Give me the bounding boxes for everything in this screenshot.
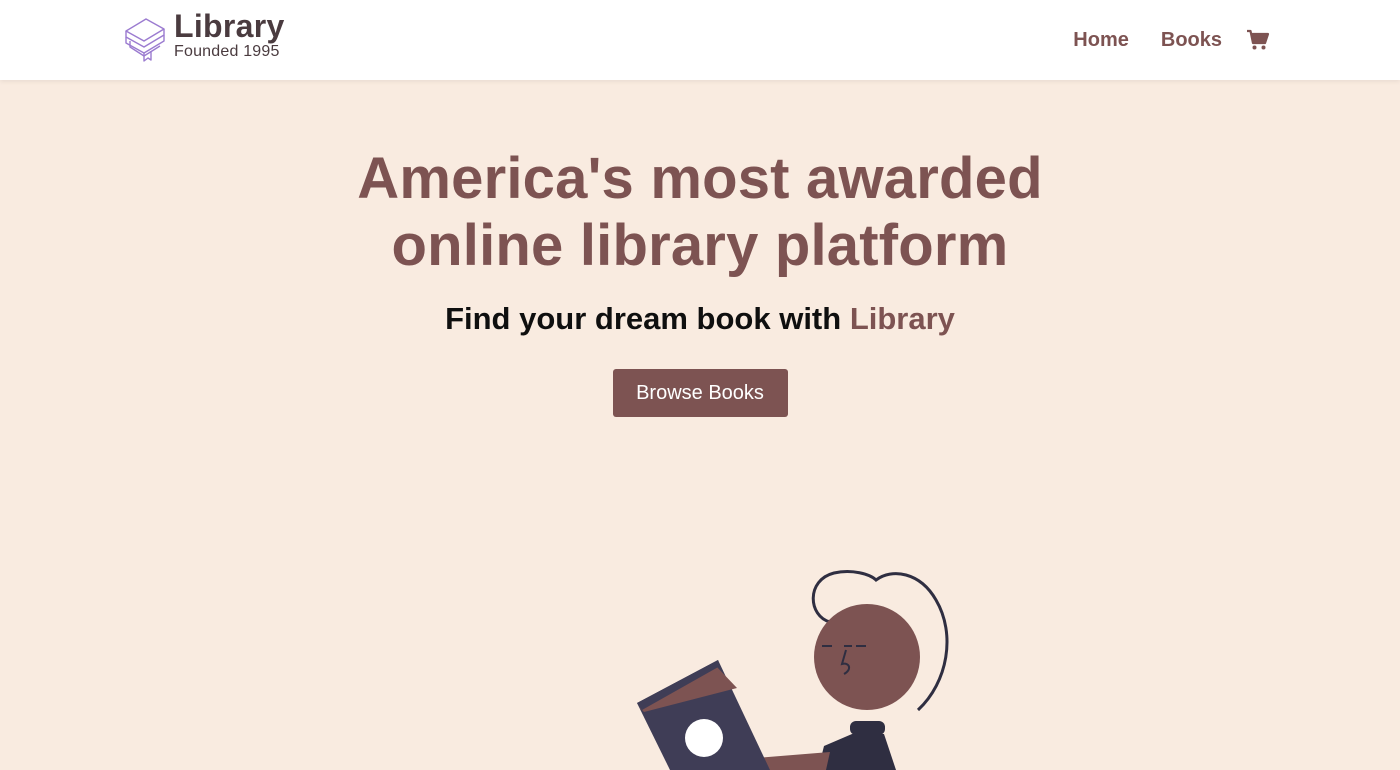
navbar: Library Founded 1995 Home Books [0,0,1400,80]
hero-subtitle: Find your dream book with Library [0,299,1400,339]
brand-tagline: Founded 1995 [174,43,280,60]
hero-subtitle-brand: Library [849,301,955,336]
shopping-cart-icon[interactable] [1246,28,1270,52]
brand-name: Library [174,8,285,44]
hero-title-line-1: America's most awarded [357,146,1043,211]
hero-title: America's most awarded online library pl… [0,145,1400,279]
brand-logo[interactable]: Library Founded 1995 [124,9,285,63]
nav-link-home[interactable]: Home [1073,26,1129,54]
hero-subtitle-text: Find your dream book with [445,301,850,336]
stacked-books-icon [125,18,165,62]
hero-section: America's most awarded online library pl… [0,80,1400,417]
person-reading-book-illustration [637,570,949,770]
nav-link-books[interactable]: Books [1161,26,1222,54]
nav-links: Home Books [1041,26,1270,54]
browse-books-button[interactable]: Browse Books [612,369,788,417]
hero-title-line-2: online library platform [391,213,1009,278]
